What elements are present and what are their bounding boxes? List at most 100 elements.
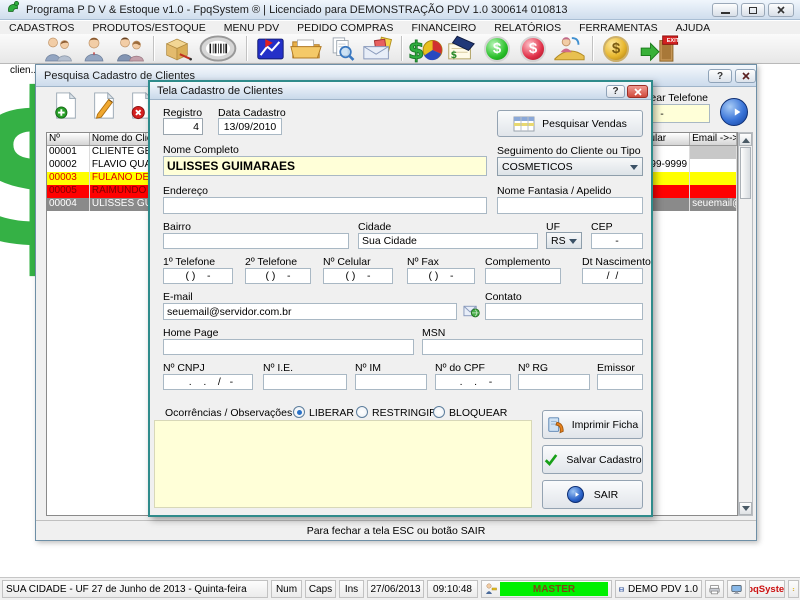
status-session xyxy=(788,580,799,598)
rg-field[interactable] xyxy=(518,374,590,390)
user-key-icon xyxy=(792,584,795,595)
col-header-email[interactable]: Email ->-> xyxy=(690,133,737,145)
homepage-field[interactable] xyxy=(163,339,414,355)
scrollbar-thumb[interactable] xyxy=(740,147,751,199)
emissor-label: Emissor xyxy=(597,362,635,374)
nascimento-field[interactable] xyxy=(582,268,643,284)
cnpj-field[interactable] xyxy=(163,374,253,390)
minimize-button[interactable] xyxy=(712,3,738,17)
endereco-field[interactable] xyxy=(163,197,487,214)
radio-liberar[interactable] xyxy=(293,406,305,418)
finance-chart-icon[interactable]: $ xyxy=(407,35,443,63)
exit-arrow-icon xyxy=(567,486,584,503)
observacoes-textarea[interactable] xyxy=(154,420,532,508)
celular-field[interactable] xyxy=(323,268,393,284)
sair-label: SAIR xyxy=(594,489,619,501)
im-field[interactable] xyxy=(355,374,427,390)
status-brand: FpqSystem xyxy=(749,580,785,598)
tel1-field[interactable] xyxy=(163,268,233,284)
user-key-icon xyxy=(485,583,497,595)
rastrear-go-button[interactable] xyxy=(720,98,748,126)
chevron-down-icon xyxy=(569,239,577,248)
fax-field[interactable] xyxy=(407,268,475,284)
menu-cadastros[interactable]: CADASTROS xyxy=(0,22,83,34)
help-glyph: ? xyxy=(717,71,723,82)
table-scrollbar[interactable] xyxy=(738,132,753,516)
msn-field[interactable] xyxy=(422,339,643,355)
cashier-icon[interactable] xyxy=(551,35,587,63)
fax-label: Nº Fax xyxy=(407,256,439,268)
seguimento-label: Seguimento do Cliente ou Tipo xyxy=(497,145,641,157)
radio-bloquear-label[interactable]: BLOQUEAR xyxy=(449,407,507,419)
new-record-icon[interactable] xyxy=(52,91,80,121)
menu-ferramentas[interactable]: FERRAMENTAS xyxy=(570,22,667,34)
scroll-up-arrow[interactable] xyxy=(739,133,752,146)
bairro-field[interactable] xyxy=(163,233,349,249)
menu-menu-pdv[interactable]: MENU PDV xyxy=(215,22,288,34)
form-close-button[interactable] xyxy=(627,85,648,98)
complemento-field[interactable] xyxy=(485,268,561,284)
pesquisar-vendas-label: Pesquisar Vendas xyxy=(542,118,627,130)
products-icon[interactable] xyxy=(159,35,195,63)
sair-button[interactable]: SAIR xyxy=(542,480,643,509)
menu-pedido-compras[interactable]: PEDIDO COMPRAS xyxy=(288,22,402,34)
radio-restringir-label[interactable]: RESTRINGIR xyxy=(372,407,437,419)
data-cadastro-field[interactable] xyxy=(218,118,282,135)
send-email-icon[interactable] xyxy=(463,304,480,323)
status-time: 09:10:48 xyxy=(427,580,478,598)
registro-field[interactable] xyxy=(163,118,203,135)
status-master-badge: MASTER xyxy=(500,582,608,596)
status-version: DEMO PDV 1.0 xyxy=(615,580,702,598)
radio-restringir[interactable] xyxy=(356,406,368,418)
ie-label: Nº I.E. xyxy=(263,362,293,374)
expense-icon[interactable]: $ xyxy=(515,35,551,63)
employees-icon[interactable] xyxy=(112,35,148,63)
maximize-button[interactable] xyxy=(741,3,765,17)
menu-produtos-estoque[interactable]: PRODUTOS/ESTOQUE xyxy=(83,22,214,34)
im-label: Nº IM xyxy=(355,362,381,374)
cpf-field[interactable] xyxy=(435,374,511,390)
form-help-button[interactable]: ? xyxy=(606,85,625,98)
pesquisar-vendas-button[interactable]: Pesquisar Vendas xyxy=(497,110,643,137)
salvar-cadastro-button[interactable]: Salvar Cadastro xyxy=(542,445,643,474)
uf-select[interactable]: RS xyxy=(546,232,582,249)
cep-field[interactable] xyxy=(591,233,643,249)
nome-completo-label: Nome Completo xyxy=(163,144,239,156)
radio-liberar-label[interactable]: LIBERAR xyxy=(309,407,354,419)
cidade-field[interactable] xyxy=(358,233,538,249)
emissor-field[interactable] xyxy=(597,374,643,390)
homepage-label: Home Page xyxy=(163,327,218,339)
barcode-icon[interactable] xyxy=(195,35,241,63)
menu-ajuda[interactable]: AJUDA xyxy=(667,22,719,34)
scroll-down-arrow[interactable] xyxy=(739,502,752,515)
contato-field[interactable] xyxy=(485,303,643,320)
search-close-button[interactable] xyxy=(735,69,756,83)
edit-record-icon[interactable] xyxy=(90,91,118,121)
contato-label: Contato xyxy=(485,291,522,303)
status-date: 27/06/2013 xyxy=(367,580,424,598)
orders-folder-icon[interactable] xyxy=(288,35,324,63)
tel2-field[interactable] xyxy=(245,268,311,284)
income-icon[interactable]: $ xyxy=(479,35,515,63)
mail-print-icon[interactable] xyxy=(360,35,396,63)
menu-relatorios[interactable]: RELATÓRIOS xyxy=(485,22,570,34)
col-header-num[interactable]: Nº xyxy=(47,133,90,145)
exit-icon[interactable]: EXIT xyxy=(634,35,682,63)
close-button[interactable] xyxy=(768,3,794,17)
radio-bloquear[interactable] xyxy=(433,406,445,418)
dollar-glyph: $ xyxy=(529,40,537,57)
search-documents-icon[interactable] xyxy=(324,35,360,63)
checkbook-icon[interactable]: $ xyxy=(443,35,479,63)
nome-completo-field[interactable] xyxy=(163,156,487,176)
ie-field[interactable] xyxy=(263,374,347,390)
salvar-label: Salvar Cadastro xyxy=(566,454,641,466)
search-help-button[interactable]: ? xyxy=(708,69,732,83)
cep-label: CEP xyxy=(591,221,613,233)
fantasia-field[interactable] xyxy=(497,197,643,214)
menu-financeiro[interactable]: FINANCEIRO xyxy=(402,22,485,34)
email-field[interactable] xyxy=(163,303,457,320)
seguimento-select[interactable]: COSMETICOS xyxy=(497,157,643,176)
imprimir-ficha-button[interactable]: Imprimir Ficha xyxy=(542,410,643,439)
pdv-icon[interactable] xyxy=(252,35,288,63)
coin-icon[interactable]: $ xyxy=(598,35,634,63)
